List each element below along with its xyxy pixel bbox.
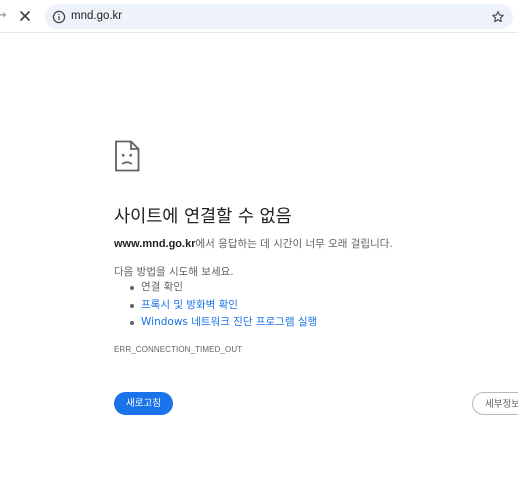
details-button[interactable]: 세부정보: [472, 392, 518, 415]
suggestion-check-proxy-firewall-link[interactable]: 프록시 및 방화벽 확인: [128, 297, 317, 315]
forward-arrow-icon[interactable]: ➞: [0, 8, 8, 24]
info-icon[interactable]: [52, 9, 66, 24]
url-text[interactable]: mnd.go.kr: [71, 4, 122, 29]
error-title: 사이트에 연결할 수 없음: [114, 207, 292, 227]
browser-toolbar: ➞ mnd.go.kr: [0, 0, 518, 33]
sad-page-icon: [114, 140, 518, 172]
error-message: www.mnd.go.kr에서 응답하는 데 시간이 너무 오래 걸립니다.: [114, 236, 393, 251]
reload-button[interactable]: 새로고침: [114, 392, 173, 415]
error-message-text: 에서 응답하는 데 시간이 너무 오래 걸립니다.: [195, 238, 393, 250]
address-bar[interactable]: mnd.go.kr: [45, 4, 513, 29]
suggestion-check-connection: 연결 확인: [128, 279, 317, 297]
error-code: ERR_CONNECTION_TIMED_OUT: [114, 345, 243, 354]
error-host: www.mnd.go.kr: [114, 238, 196, 250]
suggestions-list: 연결 확인 프록시 및 방화벽 확인 Windows 네트워크 진단 프로그램 …: [128, 279, 317, 332]
star-icon[interactable]: [491, 9, 505, 23]
suggestion-run-diagnostics-link[interactable]: Windows 네트워크 진단 프로그램 실행: [128, 314, 317, 332]
error-page: 사이트에 연결할 수 없음 www.mnd.go.kr에서 응답하는 데 시간이…: [114, 140, 518, 415]
close-icon[interactable]: [16, 7, 34, 25]
suggestions-heading: 다음 방법을 시도해 보세요.: [114, 266, 234, 278]
